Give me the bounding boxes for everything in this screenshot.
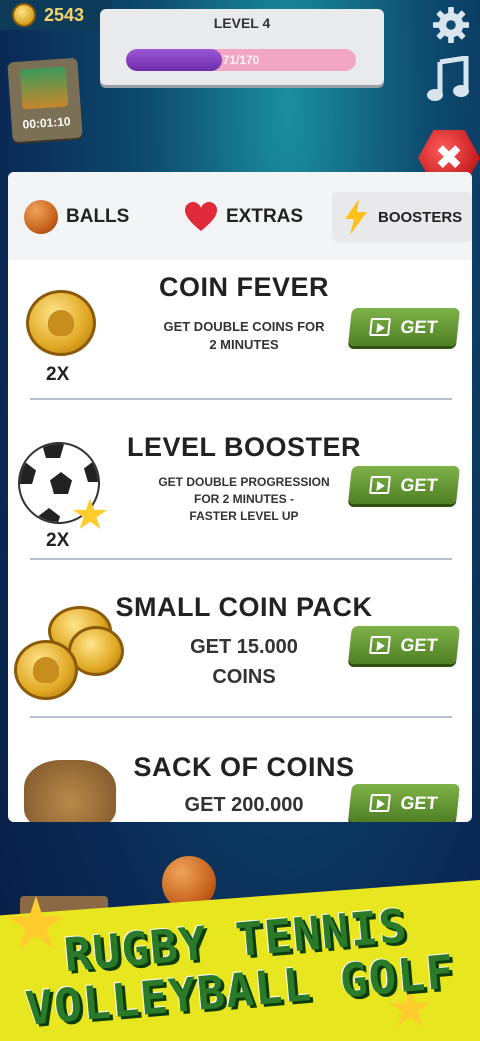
get-button[interactable]: GET [348, 626, 460, 664]
item-description: GET DOUBLE PROGRESSION FOR 2 MINUTES - FAS… [158, 475, 330, 523]
divider [30, 558, 452, 560]
event-card[interactable]: 00:01:10 [7, 57, 83, 143]
level-progress-bar: 71/170 [126, 49, 356, 71]
item-title: COIN FEVER [158, 272, 330, 302]
item-title: SMALL COIN PACK [115, 592, 373, 622]
booster-item-small-coin-pack: SMALL COIN PACK GET 15.000 COINS GET [8, 580, 472, 738]
coin-counter: 2543 [0, 0, 112, 30]
get-button[interactable]: GET [348, 308, 460, 346]
lightning-bolt-icon [345, 199, 367, 235]
item-description: GET 15.000 COINS [190, 636, 298, 688]
divider [30, 716, 452, 718]
booster-item-sack-of-coins: SACK OF COINS GET 200.000 GET [8, 740, 472, 822]
music-note-icon[interactable] [426, 56, 470, 104]
video-icon [369, 794, 392, 812]
tower-icon [19, 66, 69, 110]
coin-icon [12, 3, 36, 27]
booster-item-coin-fever: 2X COIN FEVER GET DOUBLE COINS FOR 2 MINU… [8, 260, 472, 418]
item-title: SACK OF COINS [133, 752, 355, 782]
get-button[interactable]: GET [348, 784, 460, 822]
event-timer: 00:01:10 [22, 114, 72, 132]
tab-label: BOOSTERS [378, 208, 463, 226]
get-button[interactable]: GET [348, 466, 460, 504]
video-icon [369, 318, 392, 336]
gear-icon[interactable] [432, 6, 470, 44]
divider [30, 398, 452, 400]
item-title: LEVEL BOOSTER [126, 432, 362, 462]
multiplier-label: 2X [46, 530, 70, 551]
multiplier-label: 2X [46, 364, 70, 385]
video-icon [369, 476, 392, 494]
tab-extras[interactable]: EXTRAS [184, 192, 303, 242]
tab-label: EXTRAS [226, 206, 304, 227]
coin-sack-icon [24, 760, 116, 822]
video-icon [369, 636, 392, 654]
item-description: GET DOUBLE COINS FOR 2 MINUTES [163, 319, 325, 352]
tab-bar: BALLS EXTRAS BOOSTERS [8, 172, 472, 260]
skull-coin-icon [26, 290, 96, 356]
coin-count: 2543 [44, 4, 85, 25]
heart-icon [185, 202, 217, 231]
tab-balls[interactable]: BALLS [24, 192, 129, 242]
basketball-icon [24, 200, 58, 234]
level-progress-text: 71/170 [222, 53, 260, 67]
shop-panel: BALLS EXTRAS BOOSTERS 2X COIN FEVER GET … [8, 172, 472, 822]
level-progress-panel: LEVEL 4 71/170 [100, 9, 384, 85]
tab-boosters[interactable]: BOOSTERS [332, 192, 472, 242]
tab-label: BALLS [66, 206, 130, 227]
booster-item-level-booster: 2X LEVEL BOOSTER GET DOUBLE PROGRESSION F… [8, 420, 472, 578]
level-title: LEVEL 4 [213, 15, 271, 31]
item-description: GET 200.000 [184, 794, 304, 816]
